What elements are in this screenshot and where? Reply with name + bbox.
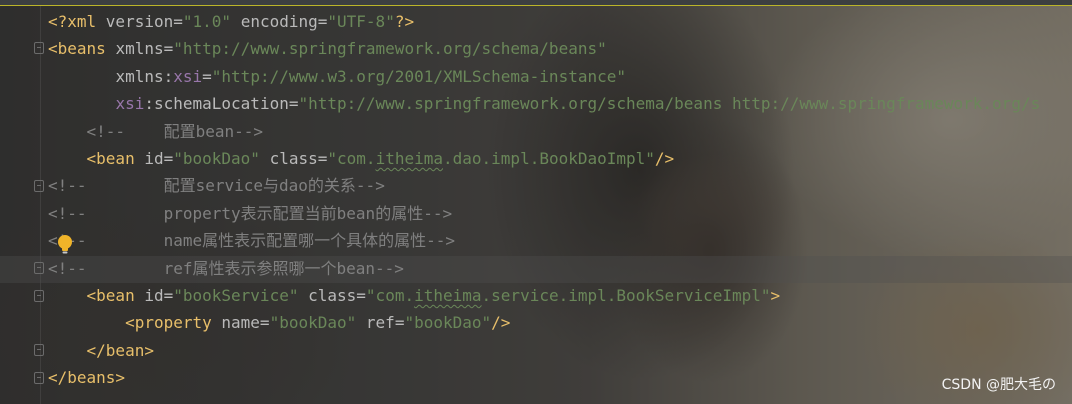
attr-name: :schemaLocation (144, 94, 289, 114)
equals: = (163, 285, 174, 305)
attr-name: class (308, 285, 357, 305)
tag-close: /> (491, 313, 511, 333)
code-line-2: <beans xmlns="http://www.springframework… (48, 35, 1072, 62)
code-line-4: xsi:schemaLocation="http://www.springfra… (48, 90, 1072, 117)
attr-value: "UTF-8" (327, 12, 395, 31)
code-line-6: <bean id="bookDao" class="com.itheima.da… (48, 145, 1072, 172)
attr-value: "bookDao" (173, 148, 260, 168)
namespace-prefix: xsi (173, 66, 203, 86)
equals: = (163, 148, 174, 168)
equals: = (394, 313, 405, 333)
fold-marker-icon[interactable] (34, 42, 44, 54)
closing-tag: </bean> (86, 340, 154, 360)
attr-name: id (144, 148, 164, 168)
attr-value: "bookDao" (404, 313, 492, 333)
fold-marker-icon[interactable] (34, 344, 44, 356)
tag-open: <bean (86, 148, 145, 168)
watermark: CSDN @肥大毛の (941, 377, 1056, 393)
equals: = (317, 148, 328, 168)
code-line-5: <!-- 配置bean--> (48, 121, 264, 141)
equals: = (356, 285, 366, 305)
code-line-14: </beans> (48, 364, 1072, 391)
code-line-13: </bean> (48, 337, 1072, 364)
code-line-10: <!-- ref属性表示参照哪一个bean--> (48, 258, 404, 278)
attr-value-typo: itheima (414, 285, 482, 305)
tag-close: > (770, 285, 781, 305)
xml-decl-open: <?xml (48, 12, 106, 31)
attr-name: xmlns (115, 39, 164, 59)
attr-value: .dao.impl.BookDaoImpl" (443, 148, 655, 168)
code-line-7: <!-- 配置service与dao的关系--> (48, 176, 385, 196)
attr-value: "1.0" (182, 12, 232, 31)
attr-value: "bookService" (173, 285, 299, 305)
attr-value: .service.impl.BookServiceImpl" (481, 285, 771, 305)
equals: = (202, 66, 212, 86)
attr-value: "http://www.springframework.org/schema/b… (173, 39, 607, 59)
code-line-1: <?xml version="1.0" encoding="UTF-8"?> (48, 8, 1072, 35)
equals: = (163, 39, 174, 59)
code-editor[interactable]: <?xml version="1.0" encoding="UTF-8"?> <… (48, 8, 1072, 391)
equals: = (317, 12, 328, 31)
namespace-prefix: xsi (115, 94, 145, 114)
attr-value: "http://www.w3.org/2001/XMLSchema-instan… (211, 66, 626, 86)
attr-value: "bookDao" (269, 313, 357, 333)
code-line-11: <bean id="bookService" class="com.itheim… (48, 282, 1072, 309)
tag-open: <bean (86, 285, 145, 305)
attr-name: id (144, 285, 164, 305)
equals: = (173, 12, 183, 31)
attr-name: class (269, 148, 318, 168)
attr-value-typo: itheima (375, 148, 443, 168)
equals: = (259, 313, 270, 333)
code-line-8: <!-- property表示配置当前bean的属性--> (48, 203, 453, 223)
attr-name: xmlns: (115, 66, 174, 86)
attr-name: ref (365, 313, 395, 333)
tag-open: <property (125, 313, 222, 333)
attr-name: version (105, 12, 174, 31)
attr-name: name (221, 313, 260, 333)
code-line-3: xmlns:xsi="http://www.w3.org/2001/XMLSch… (48, 63, 1072, 90)
xml-decl-close: ?> (394, 12, 415, 31)
editor-top-bar (0, 0, 1072, 6)
attr-value: "com. (327, 148, 376, 168)
code-line-9: <!-- name属性表示配置哪一个具体的属性--> (48, 231, 456, 251)
attr-name: encoding (240, 12, 318, 31)
code-line-12: <property name="bookDao" ref="bookDao"/> (48, 309, 1072, 336)
fold-marker-icon[interactable] (34, 180, 44, 192)
attr-value: "http://www.springframework.org/schema/b… (298, 94, 1041, 114)
fold-marker-icon[interactable] (34, 262, 44, 274)
tag-close: /> (654, 148, 675, 168)
lightbulb-icon[interactable] (54, 233, 76, 255)
closing-tag: </beans> (48, 368, 126, 388)
tag-open: <beans (48, 39, 116, 59)
fold-marker-icon[interactable] (34, 372, 44, 384)
fold-marker-icon[interactable] (34, 290, 44, 302)
attr-value: "com. (365, 285, 415, 305)
